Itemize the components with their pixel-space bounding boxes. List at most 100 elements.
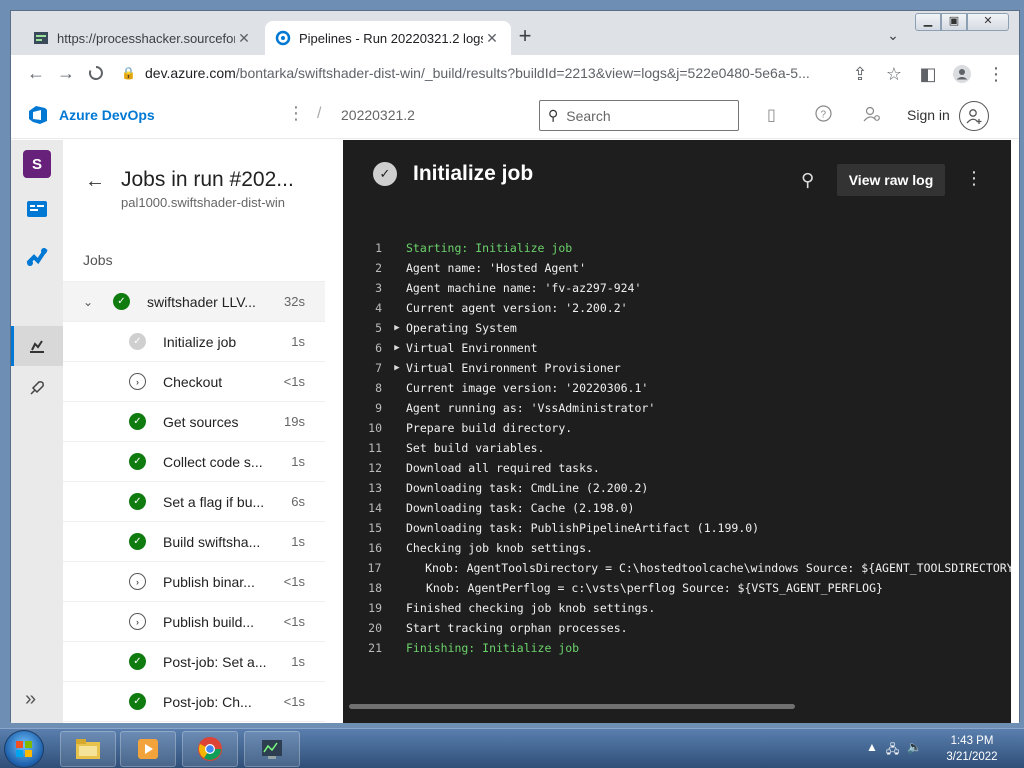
bookmark-star-icon[interactable]: ☆ — [879, 59, 909, 89]
more-options-icon[interactable]: ⋮ — [287, 103, 305, 124]
chrome-menu-icon[interactable]: ⋮ — [981, 59, 1011, 89]
azure-pipelines-favicon-icon — [275, 30, 291, 46]
pipelines-runs-icon[interactable] — [23, 332, 51, 360]
tray-overflow-icon[interactable]: ▲ — [866, 740, 878, 761]
jobs-section-heading: Jobs — [83, 252, 113, 268]
job-step-row[interactable]: ✓ Initialize job 1s — [63, 322, 325, 362]
sign-in-link[interactable]: Sign in — [907, 107, 950, 123]
close-window-button[interactable]: ✕ — [967, 13, 1009, 31]
azure-devops-logo[interactable]: Azure DevOps — [27, 104, 155, 126]
success-check-icon: ✓ — [129, 693, 146, 710]
log-line-text: Downloading task: Cache (2.198.0) — [406, 501, 635, 515]
log-line-text: Current image version: '20220306.1' — [406, 381, 649, 395]
network-icon[interactable]: 🖧 — [886, 740, 899, 761]
address-bar[interactable]: 🔒 dev.azure.com/bontarka/swiftshader-dis… — [121, 59, 841, 87]
log-line[interactable]: 5 ▶ Operating System — [343, 318, 1011, 338]
tab-pipelines[interactable]: Pipelines - Run 20220321.2 logs ✕ — [265, 21, 511, 55]
chrome-taskbar-icon[interactable] — [182, 731, 238, 767]
jobs-panel: ← Jobs in run #202... pal1000.swiftshade… — [63, 140, 343, 723]
chrome-window: https://processhacker.sourceforge ✕ Pipe… — [10, 10, 1020, 723]
job-step-duration: <1s — [283, 574, 305, 589]
releases-rocket-icon[interactable] — [23, 374, 51, 402]
ado-header: Azure DevOps ⋮ / 20220321.2 ⚲ Search ▯ ?… — [11, 91, 1019, 139]
log-line-text: Finished checking job knob settings. — [406, 601, 656, 615]
log-search-icon[interactable]: ⚲ — [801, 170, 814, 191]
tab-close-icon[interactable]: ✕ — [235, 30, 253, 47]
job-step-label: Checkout — [163, 373, 223, 390]
breadcrumb-build[interactable]: 20220321.2 — [341, 107, 415, 123]
expand-triangle-icon[interactable]: ▶ — [388, 343, 406, 353]
job-step-row[interactable]: ✓ Post-job: Ch... <1s — [63, 682, 325, 722]
job-step-row[interactable]: ✓ Build swiftsha... 1s — [63, 522, 325, 562]
success-check-icon: ✓ — [129, 653, 146, 670]
project-avatar[interactable]: S — [23, 150, 51, 178]
back-arrow-icon[interactable]: ← — [21, 58, 51, 88]
log-line-text: Starting: Initialize job — [406, 241, 573, 255]
expand-nav-icon[interactable]: » — [25, 688, 36, 711]
new-tab-button[interactable]: + — [513, 25, 537, 49]
log-line-text: Checking job knob settings. — [406, 541, 593, 555]
job-step-label: Publish binar... — [163, 573, 255, 590]
back-arrow-icon[interactable]: ← — [85, 170, 105, 193]
taskbar-clock[interactable]: 1:43 PM 3/21/2022 — [940, 733, 1004, 765]
help-icon[interactable]: ? — [815, 105, 832, 127]
explorer-taskbar-icon[interactable] — [60, 731, 116, 767]
active-nav-indicator — [11, 326, 14, 366]
minimize-button[interactable]: ▁ — [915, 13, 941, 31]
job-step-row[interactable]: › Publish build... <1s — [63, 602, 325, 642]
log-line[interactable]: 6 ▶ Virtual Environment — [343, 338, 1011, 358]
search-placeholder: Search — [566, 107, 611, 124]
log-line[interactable]: 7 ▶ Virtual Environment Provisioner — [343, 358, 1011, 378]
avatar-add-icon[interactable] — [959, 101, 989, 131]
log-line-text: Finishing: Initialize job — [406, 641, 580, 655]
view-raw-log-button[interactable]: View raw log — [837, 164, 945, 196]
log-line-number: 20 — [368, 621, 382, 635]
process-hacker-taskbar-icon[interactable] — [244, 731, 300, 767]
job-step-row[interactable]: ✓ Post-job: Set a... 1s — [63, 642, 325, 682]
log-line-text: Knob: AgentPerflog = c:\vsts\perflog Sou… — [426, 581, 883, 595]
chevron-down-icon[interactable]: ⌄ — [83, 295, 93, 309]
volume-icon[interactable]: 🔈 — [907, 740, 922, 761]
success-check-icon: ✓ — [129, 453, 146, 470]
log-line: 15 Downloading task: PublishPipelineArtif… — [343, 518, 1011, 538]
job-step-duration: 1s — [291, 534, 305, 549]
tab-processhacker[interactable]: https://processhacker.sourceforge ✕ — [23, 21, 263, 55]
job-step-row[interactable]: › Checkout <1s — [63, 362, 325, 402]
success-check-icon: ✓ — [129, 493, 146, 510]
log-line-number: 4 — [375, 301, 382, 315]
clock-time: 1:43 PM — [950, 735, 994, 747]
share-icon[interactable]: ⇪ — [845, 59, 875, 89]
start-button[interactable] — [4, 730, 44, 768]
profile-icon[interactable] — [947, 59, 977, 89]
log-line-number: 14 — [368, 501, 382, 515]
log-line-text: Current agent version: '2.200.2' — [406, 301, 628, 315]
loading-spinner-icon[interactable] — [81, 58, 111, 88]
job-step-label: Initialize job — [163, 333, 237, 350]
expand-triangle-icon[interactable]: ▶ — [388, 363, 406, 373]
forward-arrow-icon[interactable]: → — [51, 58, 81, 88]
search-input[interactable]: ⚲ Search — [539, 100, 739, 131]
job-step-row[interactable]: ✓ Collect code s... 1s — [63, 442, 325, 482]
log-line: 2 Agent name: 'Hosted Agent' — [343, 258, 1011, 278]
pipelines-icon[interactable] — [23, 242, 51, 270]
log-line-number: 6 — [375, 341, 382, 355]
user-settings-icon[interactable] — [863, 105, 881, 128]
log-line-number: 13 — [368, 481, 382, 495]
log-line-text: Prepare build directory. — [406, 421, 573, 435]
expand-triangle-icon[interactable]: ▶ — [388, 323, 406, 333]
success-check-icon: ✓ — [113, 293, 130, 310]
tab-close-icon[interactable]: ✕ — [483, 30, 501, 47]
job-row-parent[interactable]: ⌄ ✓ swiftshader LLV... 32s — [63, 282, 325, 322]
job-step-row[interactable]: ✓ Set a flag if bu... 6s — [63, 482, 325, 522]
job-step-row[interactable]: ✓ Get sources 19s — [63, 402, 325, 442]
shopping-bag-icon[interactable]: ▯ — [767, 105, 776, 125]
maximize-button[interactable]: ▣ — [941, 13, 967, 31]
search-icon: ⚲ — [548, 107, 559, 123]
side-panel-icon[interactable]: ◧ — [913, 59, 943, 89]
boards-icon[interactable] — [23, 195, 51, 223]
tab-search-chevron-icon[interactable]: ⌄ — [883, 27, 903, 47]
job-step-row[interactable]: › Publish binar... <1s — [63, 562, 325, 602]
log-more-options-icon[interactable]: ⋮ — [965, 168, 983, 189]
log-horizontal-scrollbar[interactable] — [349, 704, 795, 709]
media-player-taskbar-icon[interactable] — [120, 731, 176, 767]
